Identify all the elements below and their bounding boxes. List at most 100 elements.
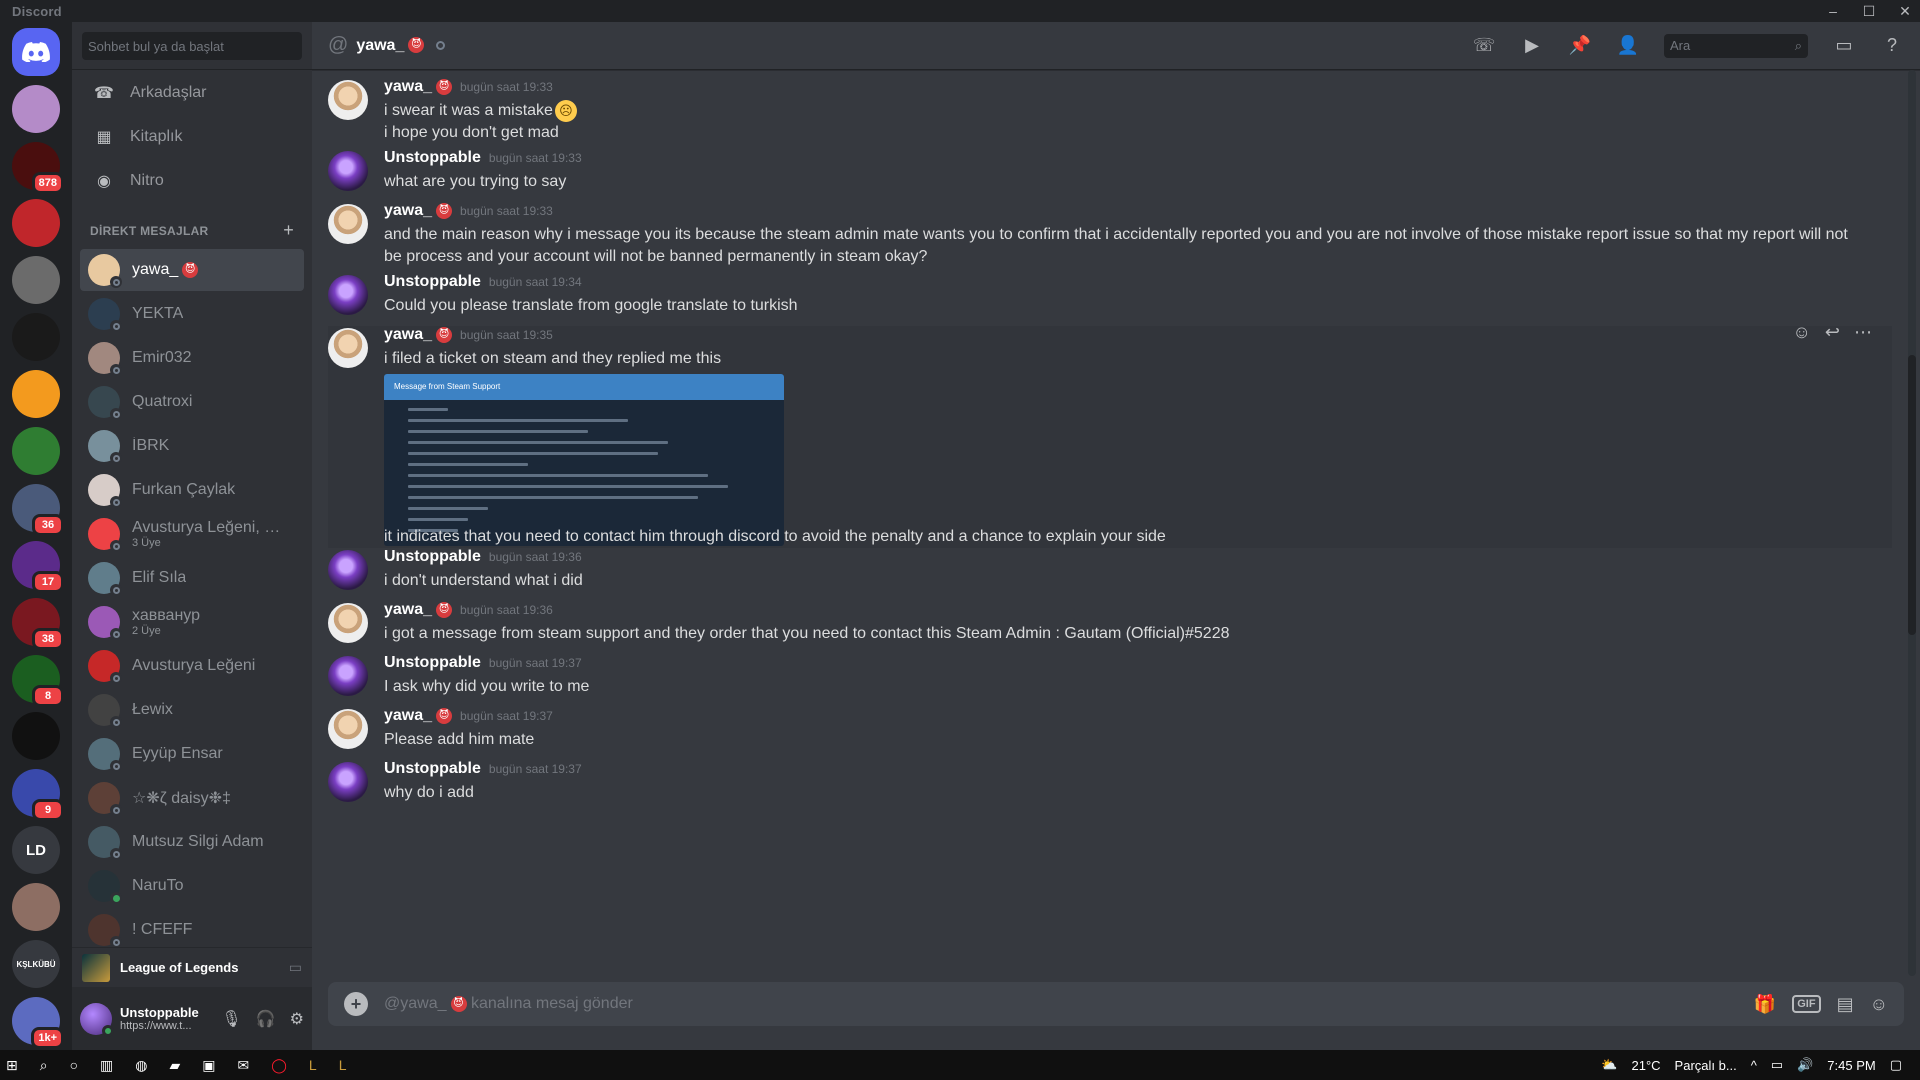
search-icon[interactable]: ⌕ (40, 1057, 48, 1074)
help-icon[interactable]: ? (1880, 35, 1904, 56)
store-icon[interactable]: ▣ (202, 1057, 215, 1074)
message-author[interactable]: Unstoppable (384, 548, 481, 566)
avatar[interactable] (80, 1002, 114, 1037)
dm-item[interactable]: ! CFEFF (80, 909, 304, 951)
server-icon[interactable] (12, 256, 60, 304)
message-author[interactable]: Unstoppable (384, 654, 481, 672)
message[interactable]: Unstoppable bugün saat 19:37 why do i add (328, 760, 1892, 808)
headphones-icon[interactable]: 🎧 (256, 1009, 276, 1029)
dm-item[interactable]: İBRK (80, 425, 304, 467)
league-icon[interactable]: L (309, 1057, 317, 1073)
server-icon[interactable]: 36 (12, 484, 64, 536)
message-author[interactable]: Unstoppable (384, 760, 481, 778)
message-author[interactable]: yawa_ 😈 (384, 78, 453, 96)
server-icon[interactable]: LD (12, 826, 60, 874)
message-input[interactable]: @yawa_ 😈 kanalına mesaj gönder (384, 995, 1738, 1013)
home-button[interactable] (12, 28, 60, 76)
emoji-icon[interactable]: ☺ (1870, 994, 1888, 1015)
maximize-button[interactable]: ☐ (1862, 3, 1876, 20)
dm-item[interactable]: ☆❋ζ daisy❉‡ (80, 777, 304, 819)
dm-item[interactable]: Quatroxi (80, 381, 304, 423)
dm-item[interactable]: Łewix (80, 689, 304, 731)
league-client-icon[interactable]: L (339, 1057, 347, 1073)
clock[interactable]: 7:45 PM (1827, 1058, 1875, 1073)
more-icon[interactable]: ⋯ (1854, 322, 1872, 343)
server-icon[interactable] (12, 370, 60, 418)
message[interactable]: Unstoppable bugün saat 19:33 what are you… (328, 149, 1892, 197)
message[interactable]: Unstoppable bugün saat 19:34 Could you pl… (328, 273, 1892, 321)
mail-icon[interactable]: ✉ (238, 1057, 250, 1074)
microphone-icon[interactable]: 🎙 (221, 1009, 241, 1029)
create-dm-button[interactable]: + (283, 220, 294, 241)
avatar[interactable] (328, 762, 368, 802)
message[interactable]: yawa_ 😈 bugün saat 19:37 Please add him ma… (328, 707, 1892, 755)
avatar[interactable] (328, 603, 368, 643)
inbox-icon[interactable]: ▭ (1832, 35, 1856, 56)
image-attachment[interactable]: Message from Steam Support (384, 374, 784, 546)
server-icon[interactable]: 8 (12, 655, 64, 707)
network-icon[interactable]: ▭ (1771, 1057, 1783, 1073)
message-author[interactable]: yawa_ 😈 (384, 601, 453, 619)
message[interactable]: yawa_ 😈 bugün saat 19:36 i got a message f… (328, 601, 1892, 649)
message[interactable]: yawa_ 😈 bugün saat 19:35 i filed a ticket … (328, 322, 1892, 548)
gif-button[interactable]: GIF (1792, 995, 1821, 1013)
avatar[interactable] (328, 80, 368, 120)
dm-item[interactable]: Emir032 (80, 337, 304, 379)
avatar[interactable] (328, 275, 368, 315)
video-call-icon[interactable]: ▶ (1520, 35, 1544, 56)
dm-item[interactable]: Avusturya Leğeni, Łe... 3 Üye (80, 513, 304, 555)
message[interactable]: Unstoppable bugün saat 19:37 I ask why di… (328, 654, 1892, 702)
dm-item[interactable]: Furkan Çaylak (80, 469, 304, 511)
avatar[interactable] (328, 656, 368, 696)
message-author[interactable]: yawa_ 😈 (384, 707, 453, 725)
chrome-icon[interactable]: ◍ (135, 1057, 147, 1074)
gift-icon[interactable]: 🎁 (1754, 994, 1776, 1015)
add-friend-icon[interactable]: 👤 (1616, 35, 1640, 56)
dm-item[interactable]: Elif Sıla (80, 557, 304, 599)
task-view-icon[interactable]: ▥ (100, 1057, 113, 1074)
attach-button[interactable]: + (344, 992, 368, 1016)
message-author[interactable]: Unstoppable (384, 273, 481, 291)
pin-icon[interactable]: 📌 (1568, 35, 1592, 56)
dm-item[interactable]: YEKTA (80, 293, 304, 335)
add-reaction-icon[interactable]: ☺ (1793, 322, 1811, 343)
dm-search-input[interactable]: Sohbet bul ya da başlat (82, 32, 302, 60)
message-author[interactable]: yawa_ 😈 (384, 326, 453, 344)
server-icon[interactable] (12, 199, 60, 247)
server-icon[interactable]: 1k+ (12, 997, 64, 1049)
notification-icon[interactable]: ▢ (1890, 1057, 1902, 1073)
volume-icon[interactable]: 🔊 (1797, 1057, 1813, 1073)
cortana-icon[interactable]: ○ (70, 1057, 78, 1073)
chevron-up-icon[interactable]: ^ (1751, 1058, 1757, 1073)
avatar[interactable] (328, 151, 368, 191)
nav-item-nitro[interactable]: ◉ Nitro (80, 160, 304, 202)
screen-share-icon[interactable]: ▭ (289, 959, 302, 976)
dm-item[interactable]: хавванур 2 Üye (80, 601, 304, 643)
voice-call-icon[interactable]: ☏ (1472, 35, 1496, 56)
message-composer[interactable]: + @yawa_ 😈 kanalına mesaj gönder 🎁 GIF ▤ … (328, 982, 1904, 1026)
message[interactable]: yawa_ 😈 bugün saat 19:33 and the main reas… (328, 202, 1892, 268)
reply-icon[interactable]: ↩ (1825, 322, 1840, 343)
sticker-icon[interactable]: ▤ (1837, 994, 1854, 1015)
nav-item-arkadaşlar[interactable]: ☎ Arkadaşlar (80, 72, 304, 114)
dm-item[interactable]: Avusturya Leğeni (80, 645, 304, 687)
gear-icon[interactable]: ⚙ (290, 1009, 304, 1029)
message-author[interactable]: Unstoppable (384, 149, 481, 167)
message-author[interactable]: yawa_ 😈 (384, 202, 453, 220)
server-icon[interactable] (12, 712, 60, 760)
scrollbar[interactable] (1908, 70, 1916, 976)
server-icon[interactable]: 878 (12, 142, 64, 194)
avatar[interactable] (328, 550, 368, 590)
opera-icon[interactable]: ◯ (271, 1057, 287, 1074)
server-icon[interactable]: 17 (12, 541, 64, 593)
message[interactable]: yawa_ 😈 bugün saat 19:33 i swear it was a … (328, 78, 1892, 144)
windows-start-icon[interactable]: ⊞ (6, 1057, 18, 1074)
server-icon[interactable]: 9 (12, 769, 64, 821)
nav-item-kitaplık[interactable]: ▦ Kitaplık (80, 116, 304, 158)
server-icon[interactable] (12, 883, 60, 931)
dm-item[interactable]: Eyyüp Ensar (80, 733, 304, 775)
server-icon[interactable] (12, 313, 60, 361)
server-icon[interactable]: 38 (12, 598, 64, 650)
dm-item[interactable]: NaruTo (80, 865, 304, 907)
folder-icon[interactable]: ▰ (170, 1057, 181, 1074)
